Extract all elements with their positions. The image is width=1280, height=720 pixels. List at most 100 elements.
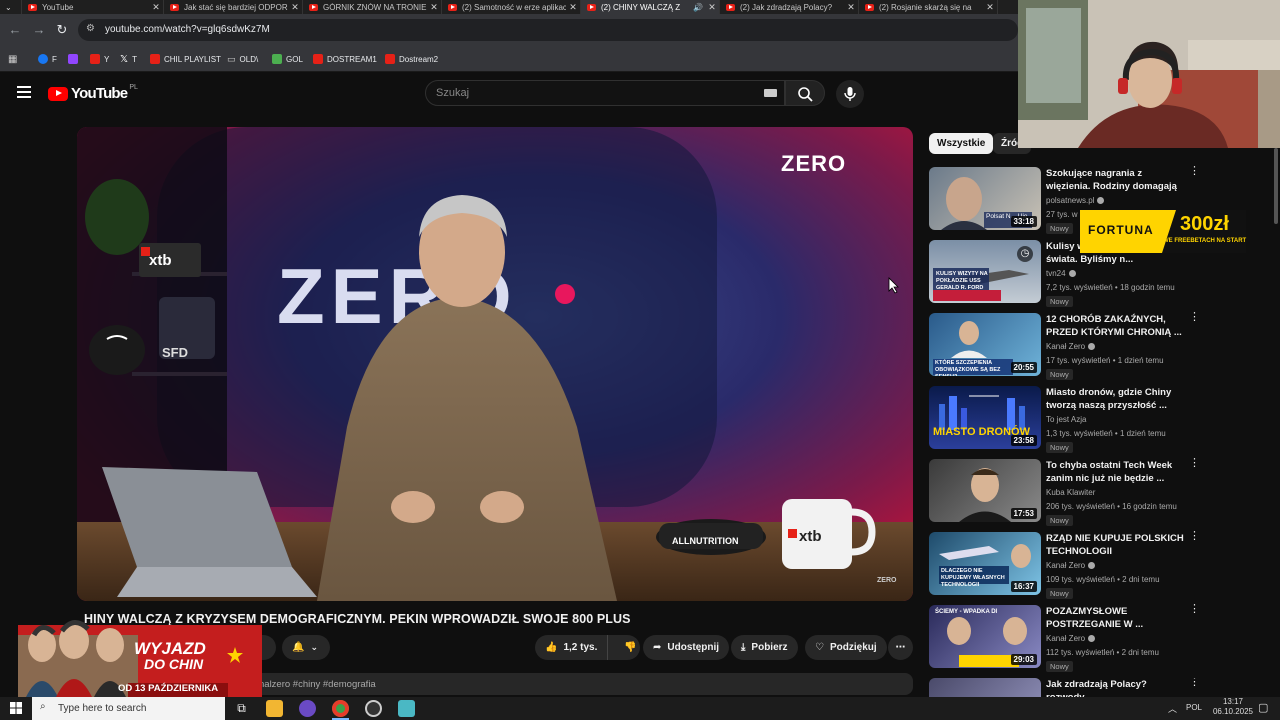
bookmark-item[interactable]: 𝕏T	[120, 53, 137, 65]
tray-chevron-icon[interactable]: ︿	[1168, 702, 1177, 715]
like-button[interactable]: 👍 1,2 tys.	[535, 635, 609, 660]
video-thumbnail[interactable]: KTÓRE SZCZEPIENIA OBOWIĄZKOWE SĄ BEZ SEN…	[929, 313, 1041, 376]
keyboard-icon[interactable]	[764, 89, 777, 97]
close-icon[interactable]: ✕	[288, 2, 302, 13]
search-button[interactable]	[785, 80, 825, 106]
verified-icon	[1097, 197, 1105, 204]
bookmark-folder[interactable]: ▭ OLD\	[227, 53, 258, 65]
recommended-video[interactable]: ŚCIEMY - WPADKA DI 29:03 POZAZMYSŁOWE PO…	[929, 604, 1200, 673]
chevron-down-icon: ⌄	[310, 642, 318, 652]
bookmark-item[interactable]: Y	[90, 53, 109, 65]
app-icon[interactable]	[299, 700, 316, 717]
more-actions-button[interactable]: ⋯	[888, 635, 913, 660]
close-icon[interactable]: ✕	[149, 2, 163, 13]
file-explorer-icon[interactable]	[266, 700, 283, 717]
browser-tab[interactable]: (2) Rosjanie skarżą się na ✕	[859, 0, 998, 14]
taskbar-search-input[interactable]	[58, 701, 218, 715]
more-options-icon[interactable]: ⋮	[1189, 604, 1200, 615]
browser-tab[interactable]: Jak stać się bardziej ODPORNYM✕	[164, 0, 303, 14]
fortuna-ad[interactable]: FORTUNA 300zł WE FREEBETACH NA START	[1080, 210, 1246, 253]
video-thumbnail[interactable]: ŚCIEMY - WPADKA DI 29:03	[929, 605, 1041, 668]
more-options-icon[interactable]: ⋮	[1189, 531, 1200, 542]
verified-icon	[1088, 635, 1096, 642]
omnibox[interactable]: ⚙ youtube.com/watch?v=glq6sdwKz7M	[78, 19, 1018, 41]
bookmark-item[interactable]: GOL	[272, 53, 303, 65]
thanks-button[interactable]: ♡ Podziękuj	[805, 635, 887, 660]
url-text[interactable]: youtube.com/watch?v=glq6sdwKz7M	[105, 24, 270, 35]
app-icon[interactable]	[398, 700, 415, 717]
svg-text:ZERO: ZERO	[877, 577, 897, 584]
share-button[interactable]: ➦ Udostępnij	[643, 635, 730, 660]
back-icon[interactable]: ←	[7, 22, 23, 38]
video-thumbnail[interactable]: KULISY WIZYTY NA POKŁADZIE USS GERALD R.…	[929, 240, 1041, 303]
bookmark-item[interactable]: Dostream2	[385, 53, 438, 65]
download-button[interactable]: ⤓ Pobierz	[731, 635, 798, 660]
more-options-icon[interactable]: ⋮	[1189, 678, 1199, 688]
chrome-icon[interactable]	[332, 700, 349, 717]
heart-icon: ♡	[815, 642, 824, 653]
apps-icon[interactable]: ▦	[8, 53, 17, 65]
bookmark-item[interactable]: CHIL PLAYLIST	[150, 53, 221, 65]
close-icon[interactable]: ✕	[566, 2, 580, 13]
youtube-play-icon	[48, 86, 68, 101]
browser-tab[interactable]: GÓRNIK ZNÓW NA TRONIE ✕	[303, 0, 442, 14]
browser-tab-active[interactable]: (2) CHINY WALCZĄ Z 🔊 ✕	[581, 0, 720, 14]
video-thumbnail[interactable]: MIASTO DRONÓW 23:58	[929, 386, 1041, 449]
svg-text:ALLNUTRITION: ALLNUTRITION	[672, 536, 739, 546]
reload-icon[interactable]: ↻	[54, 22, 70, 38]
youtube-favicon-icon	[587, 3, 596, 11]
obs-icon[interactable]	[365, 700, 382, 717]
browser-tab[interactable]: YouTube ✕	[22, 0, 164, 14]
twitch-icon	[68, 54, 78, 64]
notifications-button[interactable]: 🔔 ⌄	[282, 635, 330, 660]
youtube-logo[interactable]: YouTube PL	[48, 84, 138, 102]
task-view-icon[interactable]: ⧉	[233, 700, 250, 717]
bookmark-item[interactable]: DOSTREAM1	[313, 53, 377, 65]
bookmark-item[interactable]	[68, 53, 78, 65]
recommended-video[interactable]: KTÓRE SZCZEPIENIA OBOWIĄZKOWE SĄ BEZ SEN…	[929, 312, 1200, 381]
bookmark-item[interactable]: F	[38, 53, 57, 65]
chip-all[interactable]: Wszystkie	[929, 133, 994, 154]
search-box[interactable]	[425, 80, 785, 106]
dislike-button[interactable]: 👎	[614, 635, 646, 660]
trip-promo-banner[interactable]: WYJAZD DO CHIN OD 13 PAŹDZIERNIKA	[18, 605, 262, 697]
browser-tab[interactable]: (2) Samotność w erze aplikacji ✕	[442, 0, 581, 14]
gol-icon	[272, 54, 282, 64]
youtube-favicon-icon	[170, 3, 179, 11]
new-badge: Nowy	[1046, 515, 1073, 526]
close-icon[interactable]: ✕	[705, 2, 719, 13]
language-indicator[interactable]: POL	[1186, 703, 1202, 712]
browser-tab[interactable]: (2) Jak zdradzają Polacy? ✕	[720, 0, 859, 14]
taskbar-search[interactable]: ⌕	[32, 697, 225, 720]
video-thumbnail[interactable]: Polsat N... Uje 33:18	[929, 167, 1041, 230]
clock[interactable]: 13:17 06.10.2025	[1208, 697, 1258, 717]
forward-icon[interactable]: →	[31, 22, 47, 38]
svg-text:ZERO: ZERO	[781, 151, 846, 176]
description-tags[interactable]: nalzero #chiny #demografia	[259, 679, 376, 690]
speaker-icon[interactable]: 🔊	[693, 3, 703, 12]
recommended-video[interactable]: Jak zdradzają Polacy? rozwody ⋮	[929, 678, 1199, 697]
site-info-icon[interactable]: ⚙	[86, 23, 95, 34]
recommended-video[interactable]: DLACZEGO NIE KUPUJEMY WŁASNYCH TECHNOLOG…	[929, 531, 1200, 600]
search-input[interactable]	[436, 87, 736, 99]
video-thumbnail[interactable]: 17:53	[929, 459, 1041, 522]
close-icon[interactable]: ✕	[427, 2, 441, 13]
tab-list-button[interactable]: ⌄	[0, 0, 22, 14]
recommended-video[interactable]: MIASTO DRONÓW 23:58 Miasto dronów, gdzie…	[929, 386, 1199, 454]
recommended-video[interactable]: 17:53 To chyba ostatni Tech Week zanim n…	[929, 458, 1200, 527]
video-player[interactable]: xtb SFD ZERO ZERO ALLNUTRITION xtb ZERO	[77, 127, 913, 601]
more-options-icon[interactable]: ⋮	[1189, 166, 1200, 177]
hamburger-menu-icon[interactable]	[17, 86, 31, 98]
new-badge: Nowy	[1046, 442, 1073, 453]
watch-later-icon[interactable]: ◷	[1017, 246, 1033, 262]
more-options-icon[interactable]: ⋮	[1189, 458, 1200, 469]
windows-start-icon[interactable]	[10, 701, 22, 714]
voice-search-button[interactable]	[836, 80, 864, 108]
more-options-icon[interactable]: ⋮	[1189, 312, 1200, 323]
scrollbar-thumb[interactable]	[1274, 148, 1278, 224]
video-thumbnail[interactable]	[929, 678, 1041, 697]
close-icon[interactable]: ✕	[983, 2, 997, 13]
video-thumbnail[interactable]: DLACZEGO NIE KUPUJEMY WŁASNYCH TECHNOLOG…	[929, 532, 1041, 595]
notifications-icon[interactable]: ▢	[1258, 701, 1268, 714]
close-icon[interactable]: ✕	[844, 2, 858, 13]
